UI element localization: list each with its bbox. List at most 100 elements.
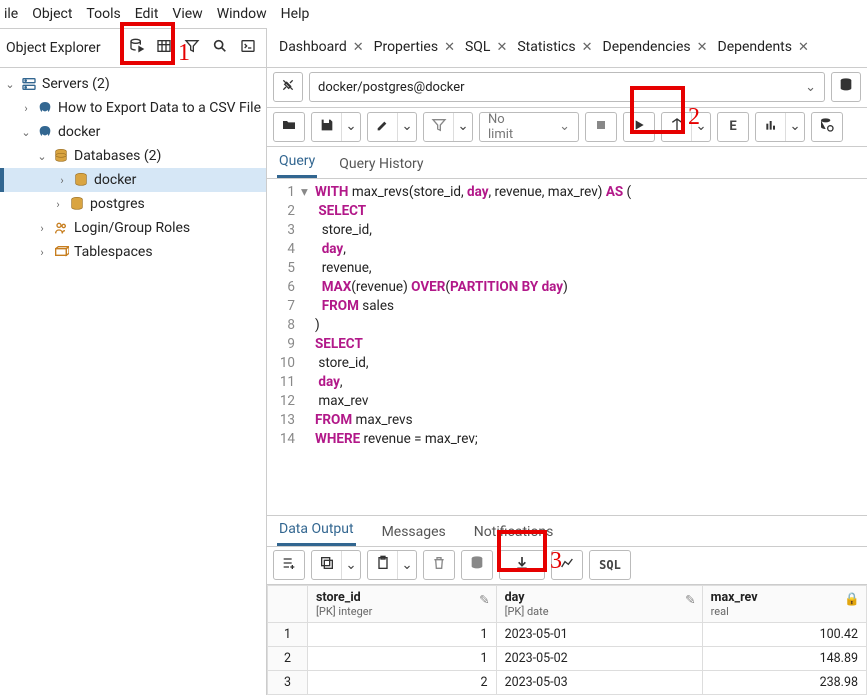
menu-window[interactable]: Window <box>217 6 267 22</box>
bars-icon <box>763 117 779 137</box>
cell-day[interactable]: 2023-05-03 <box>496 670 702 694</box>
graph-visualizer-button[interactable] <box>552 551 582 579</box>
connection-label: docker/postgres@docker <box>318 80 465 95</box>
menu-object[interactable]: Object <box>32 6 72 22</box>
tab-data-output[interactable]: Data Output <box>277 515 356 546</box>
menu-view[interactable]: View <box>172 6 202 22</box>
download-csv-button[interactable] <box>500 551 544 579</box>
tree-db-postgres[interactable]: › postgres <box>0 192 266 216</box>
table-row[interactable]: 1 1 2023-05-01 100.42 <box>268 622 867 646</box>
paste-dropdown[interactable]: ⌄ <box>398 551 416 579</box>
e-icon: E <box>729 119 736 134</box>
open-file-button[interactable] <box>274 113 304 141</box>
tab-query-history[interactable]: Query History <box>337 150 425 178</box>
menu-tools[interactable]: Tools <box>86 6 120 22</box>
close-icon[interactable]: ✕ <box>582 40 593 55</box>
result-grid[interactable]: store_id[PK] integer✎day[PK] date✎max_re… <box>267 585 867 695</box>
query-subtabs: Query Query History <box>267 147 867 179</box>
table-row[interactable]: 2 1 2023-05-02 148.89 <box>268 646 867 670</box>
list-plus-icon <box>281 555 297 575</box>
edit-button[interactable] <box>368 113 398 141</box>
menu-file[interactable]: ile <box>4 6 18 22</box>
commit-dropdown[interactable]: ⌄ <box>786 113 804 141</box>
chevron-down-icon: ⌄ <box>695 119 706 134</box>
tab-sql[interactable]: SQL✕ <box>463 35 509 59</box>
cell-max-rev[interactable]: 100.42 <box>702 622 866 646</box>
tab-dashboard[interactable]: Dashboard✕ <box>277 35 366 59</box>
tree-label: How to Export Data to a CSV File <box>58 100 261 116</box>
disconnected-icon <box>280 77 296 97</box>
save-button[interactable] <box>312 113 342 141</box>
tree-csv-howto[interactable]: › How to Export Data to a CSV File <box>0 96 266 120</box>
close-icon[interactable]: ✕ <box>444 40 455 55</box>
pencil-icon <box>375 117 391 137</box>
cell-day[interactable]: 2023-05-02 <box>496 646 702 670</box>
query-toolbar: ⌄ ⌄ ⌄ No limit ⌄ ⌄ E ⌄ <box>267 108 867 148</box>
search-objects-button[interactable] <box>208 34 232 62</box>
cell-max-rev[interactable]: 238.98 <box>702 670 866 694</box>
menu-help[interactable]: Help <box>281 6 310 22</box>
copy-dropdown[interactable]: ⌄ <box>342 551 360 579</box>
connection-db-button[interactable] <box>831 72 861 102</box>
menu-edit[interactable]: Edit <box>135 6 159 22</box>
save-dropdown[interactable]: ⌄ <box>342 113 360 141</box>
tab-notifications[interactable]: Notifications <box>472 518 556 546</box>
elephant-icon <box>36 123 54 141</box>
tab-query[interactable]: Query <box>277 147 317 178</box>
tree-servers[interactable]: ⌄ Servers (2) <box>0 72 266 96</box>
sql-editor[interactable]: 1234567891011121314 ▾ WITH max_revs(stor… <box>267 179 867 515</box>
explain-button[interactable] <box>662 113 692 141</box>
cell-store-id[interactable]: 2 <box>308 670 497 694</box>
delete-row-button[interactable] <box>424 551 454 579</box>
close-icon[interactable]: ✕ <box>496 40 507 55</box>
connection-select[interactable]: docker/postgres@docker ⌄ <box>309 72 825 102</box>
edit-dropdown[interactable]: ⌄ <box>398 113 416 141</box>
explain-dropdown[interactable]: ⌄ <box>692 113 710 141</box>
filter-dropdown[interactable]: ⌄ <box>454 113 472 141</box>
chart-line-icon <box>559 555 575 575</box>
col-header-max_rev[interactable]: max_revreal🔒 <box>702 585 866 622</box>
row-number: 3 <box>268 670 308 694</box>
row-number: 1 <box>268 622 308 646</box>
row-limit-select[interactable]: No limit ⌄ <box>479 112 579 142</box>
tree-tablespaces[interactable]: › Tablespaces <box>0 240 266 264</box>
query-tool-button[interactable] <box>125 34 149 62</box>
tab-dependencies[interactable]: Dependencies✕ <box>601 35 710 59</box>
db-button[interactable] <box>812 113 842 141</box>
filter-button[interactable] <box>180 34 204 62</box>
tab-statistics[interactable]: Statistics✕ <box>515 35 594 59</box>
add-row-button[interactable] <box>274 551 304 579</box>
col-header-store_id[interactable]: store_id[PK] integer✎ <box>308 585 497 622</box>
paste-button[interactable] <box>368 551 398 579</box>
save-data-button[interactable] <box>462 551 492 579</box>
sql-button[interactable]: SQL <box>590 551 630 579</box>
tree-docker-server[interactable]: ⌄ docker <box>0 120 266 144</box>
roles-icon <box>52 219 70 237</box>
execute-button[interactable] <box>624 113 654 141</box>
cell-max-rev[interactable]: 148.89 <box>702 646 866 670</box>
tab-properties[interactable]: Properties✕ <box>372 35 457 59</box>
tree-roles[interactable]: › Login/Group Roles <box>0 216 266 240</box>
copy-button[interactable] <box>312 551 342 579</box>
tree-db-docker[interactable]: › docker <box>0 168 266 192</box>
connection-status-button[interactable] <box>273 72 303 102</box>
cell-store-id[interactable]: 1 <box>308 622 497 646</box>
view-data-button[interactable] <box>152 34 176 62</box>
psql-button[interactable] <box>236 34 260 62</box>
explain-analyze-button[interactable]: E <box>718 113 748 141</box>
col-header-day[interactable]: day[PK] date✎ <box>496 585 702 622</box>
filter-button[interactable] <box>424 113 454 141</box>
lock-icon: 🔒 <box>844 592 860 607</box>
cell-day[interactable]: 2023-05-01 <box>496 622 702 646</box>
tab-dependents[interactable]: Dependents✕ <box>716 35 811 59</box>
tab-messages[interactable]: Messages <box>380 518 448 546</box>
close-icon[interactable]: ✕ <box>697 40 708 55</box>
commit-button[interactable] <box>756 113 786 141</box>
copy-icon <box>319 555 335 575</box>
close-icon[interactable]: ✕ <box>798 40 809 55</box>
tree-databases[interactable]: ⌄ Databases (2) <box>0 144 266 168</box>
cell-store-id[interactable]: 1 <box>308 646 497 670</box>
close-icon[interactable]: ✕ <box>353 40 364 55</box>
table-row[interactable]: 3 2 2023-05-03 238.98 <box>268 670 867 694</box>
stop-button[interactable] <box>586 113 616 141</box>
